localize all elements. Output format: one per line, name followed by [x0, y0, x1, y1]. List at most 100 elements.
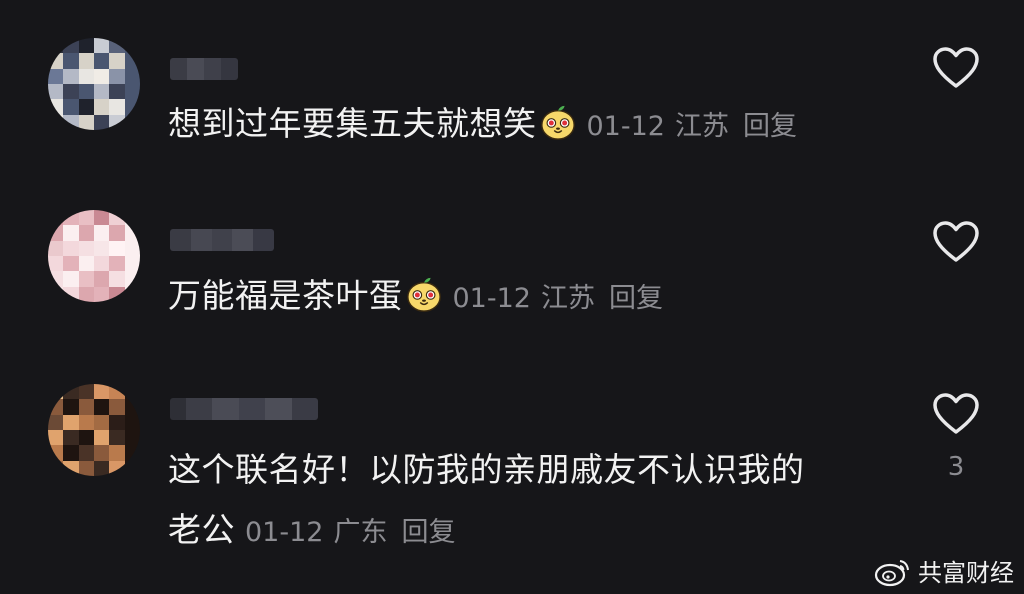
avatar-mosaic-cell [48, 429, 64, 446]
avatar-mosaic-cell [124, 460, 140, 476]
avatar-mosaic-cell [93, 83, 110, 100]
avatar-mosaic-cell [63, 384, 79, 400]
avatar-mosaic-cell [78, 286, 94, 302]
avatar-mosaic-cell [48, 414, 64, 430]
avatar-mosaic-cell [78, 114, 94, 130]
avatar-mosaic-cell [93, 99, 110, 115]
avatar-mosaic-cell [63, 240, 79, 256]
avatar-mosaic-cell [93, 255, 110, 272]
avatar-mosaic-cell [63, 114, 79, 130]
comment-meta: 01-12 广东 回复 [245, 517, 455, 548]
avatar-mosaic-cell [48, 99, 64, 115]
avatar-mosaic-cell [78, 240, 94, 256]
watermark: 共富财经 [874, 553, 1014, 588]
watermark-text: 共富财经 [918, 559, 1014, 587]
comment-text-line1: 这个联名好！以防我的亲朋戚友不认识我的 [168, 450, 805, 489]
avatar-mosaic-cell [109, 255, 125, 272]
avatar-mosaic-cell [63, 225, 79, 241]
reply-button[interactable]: 回复 [743, 111, 797, 142]
avatar-mosaic-cell [48, 114, 64, 130]
avatar-mosaic-cell [78, 255, 94, 272]
avatar-mosaic-cell [93, 399, 110, 415]
avatar-mosaic-cell [63, 68, 79, 84]
avatar-mosaic-cell [124, 225, 140, 241]
avatar-mosaic-cell [93, 414, 110, 430]
avatar-mosaic [48, 210, 140, 302]
comment-text: 想到过年要集五夫就想笑 [168, 104, 537, 143]
avatar-mosaic-cell [78, 384, 94, 400]
heart-outline-icon[interactable] [932, 392, 980, 436]
comment-text-row: 想到过年要集五夫就想笑 01-12 江苏 回复 [168, 96, 797, 155]
username-blurred[interactable] [170, 398, 318, 420]
reply-button[interactable]: 回复 [609, 283, 663, 314]
comment-location: 广东 [333, 517, 388, 548]
avatar-mosaic-cell [63, 399, 79, 415]
avatar-mosaic-cell [93, 38, 110, 54]
avatar-mosaic-cell [78, 271, 94, 287]
avatar-mosaic-cell [78, 399, 94, 415]
username-blurred[interactable] [170, 58, 238, 80]
avatar-mosaic-cell [48, 384, 64, 400]
avatar-mosaic-cell [63, 38, 79, 54]
comment-text-row: 这个联名好！以防我的亲朋戚友不认识我的 [168, 442, 805, 498]
avatar-mosaic-cell [48, 68, 64, 84]
avatar-mosaic-cell [48, 445, 64, 461]
avatar-mosaic-cell [109, 68, 125, 84]
heart-outline-icon[interactable] [932, 46, 980, 90]
avatar-mosaic-cell [63, 83, 79, 100]
comment-date: 01-12 [245, 517, 324, 548]
avatar-mosaic-cell [78, 38, 94, 54]
comment-date: 01-12 [452, 283, 531, 314]
avatar-mosaic-cell [78, 83, 94, 100]
heart-outline-icon[interactable] [932, 220, 980, 264]
avatar-mosaic-cell [109, 399, 125, 415]
avatar[interactable] [48, 384, 140, 476]
comment-item: 这个联名好！以防我的亲朋戚友不认识我的 老公 01-12 广东 回复 3 [0, 350, 1024, 594]
avatar-mosaic-cell [63, 271, 79, 287]
avatar-mosaic-cell [93, 460, 110, 476]
avatar-mosaic-cell [124, 384, 140, 400]
avatar-mosaic-cell [109, 83, 125, 100]
avatar-mosaic-cell [63, 255, 79, 272]
comment-meta: 01-12 江苏 回复 [453, 283, 663, 314]
apple-face-emoji-icon [406, 277, 441, 312]
avatar-mosaic-cell [109, 384, 125, 400]
avatar-mosaic-cell [48, 225, 64, 241]
avatar-mosaic-cell [63, 445, 79, 461]
avatar[interactable] [48, 38, 140, 130]
avatar-mosaic-cell [63, 53, 79, 69]
avatar-mosaic-cell [48, 286, 64, 302]
comment-text-row: 万能福是茶叶蛋 01-12 江苏 回复 [168, 268, 663, 327]
avatar-mosaic-cell [63, 460, 79, 476]
avatar-mosaic-cell [48, 460, 64, 476]
avatar-mosaic-cell [124, 38, 140, 54]
avatar-mosaic-cell [124, 114, 140, 130]
username-blurred[interactable] [170, 229, 274, 251]
avatar-mosaic-cell [78, 53, 94, 69]
avatar-mosaic-cell [109, 240, 125, 256]
avatar-mosaic-cell [109, 286, 125, 302]
like-count: 3 [947, 452, 965, 482]
avatar-mosaic-cell [93, 384, 110, 400]
avatar-mosaic-cell [48, 240, 64, 256]
reply-button[interactable]: 回复 [401, 517, 455, 548]
avatar-mosaic-cell [93, 445, 110, 461]
avatar-mosaic-cell [124, 210, 140, 226]
avatar-mosaic-cell [109, 210, 125, 226]
comment-text-line2: 老公 [168, 510, 235, 549]
avatar-mosaic-cell [93, 53, 110, 69]
avatar-mosaic-cell [63, 210, 79, 226]
avatar-mosaic-cell [109, 99, 125, 115]
avatar-mosaic-cell [109, 53, 125, 69]
avatar-mosaic-cell [93, 225, 110, 241]
avatar-mosaic-cell [93, 271, 110, 287]
comment-location: 江苏 [674, 111, 729, 142]
comment-text-row: 老公 01-12 广东 回复 [168, 502, 455, 561]
avatar[interactable] [48, 210, 140, 302]
avatar-mosaic-cell [93, 286, 110, 302]
comment-text: 万能福是茶叶蛋 [168, 276, 403, 315]
avatar-mosaic-cell [63, 429, 79, 446]
avatar-mosaic-cell [78, 429, 94, 446]
avatar-mosaic-cell [78, 445, 94, 461]
avatar-mosaic-cell [124, 286, 140, 302]
